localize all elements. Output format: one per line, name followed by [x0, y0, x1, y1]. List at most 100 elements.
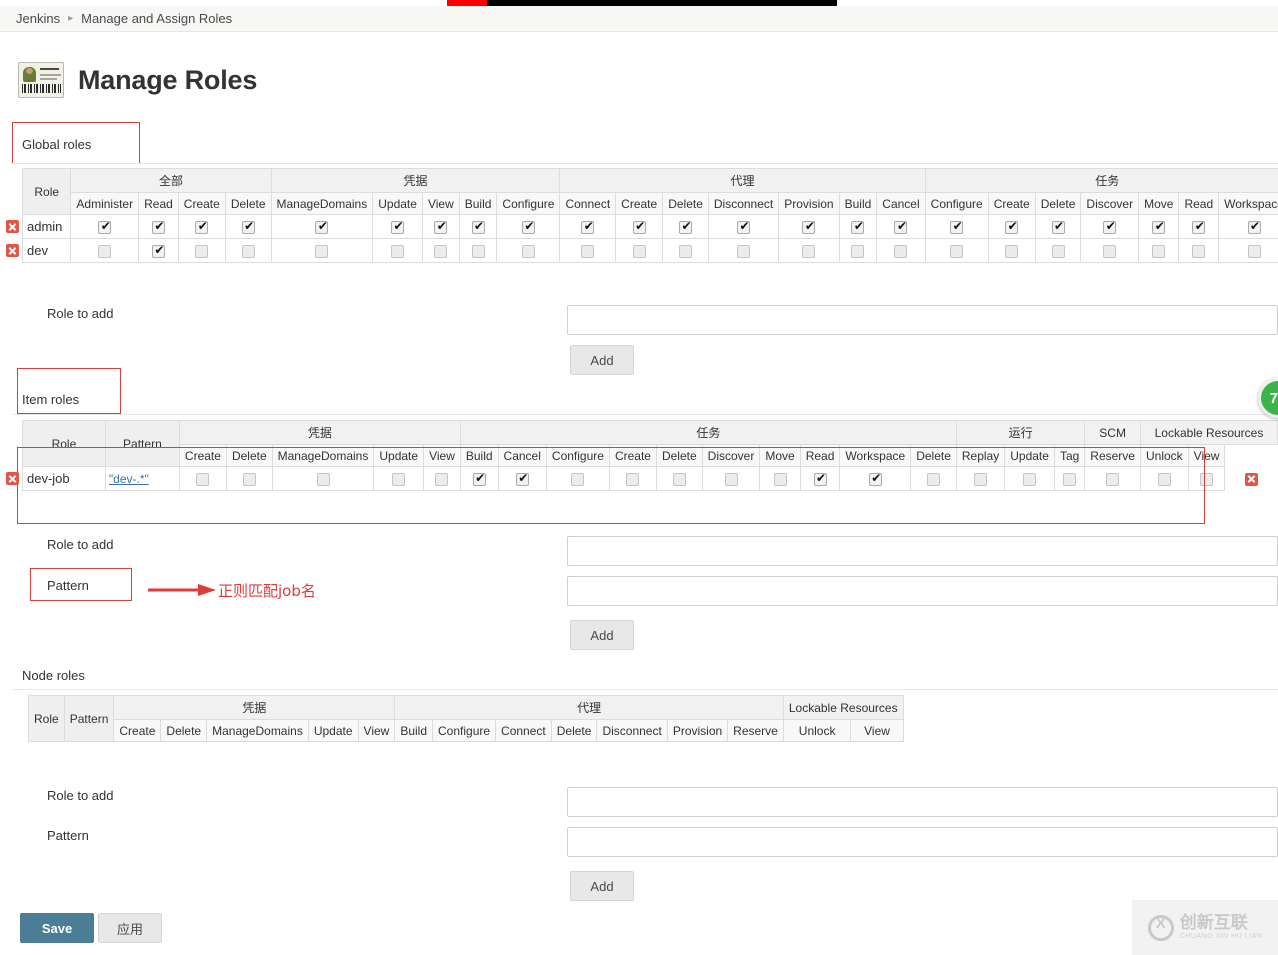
permission-checkbox[interactable]	[724, 472, 738, 486]
permission-checkbox[interactable]	[1157, 472, 1171, 486]
permission-checkbox[interactable]	[241, 244, 255, 258]
node-role-to-add-input[interactable]	[567, 787, 1278, 817]
permission-checkbox[interactable]	[672, 472, 686, 486]
permission-cell[interactable]	[138, 214, 179, 239]
permission-checkbox[interactable]	[435, 472, 449, 486]
permission-checkbox[interactable]	[773, 472, 787, 486]
permission-cell[interactable]	[615, 238, 664, 263]
permission-cell[interactable]	[955, 466, 1006, 491]
permission-cell[interactable]	[177, 238, 226, 263]
permission-checkbox[interactable]	[1192, 219, 1206, 234]
permission-cell[interactable]	[1139, 466, 1189, 491]
permission-cell[interactable]	[559, 214, 617, 239]
permission-checkbox[interactable]	[1005, 219, 1019, 234]
permission-checkbox[interactable]	[950, 244, 964, 258]
remove-role-icon[interactable]	[5, 220, 19, 233]
permission-cell[interactable]	[138, 238, 179, 263]
permission-cell[interactable]	[1034, 214, 1082, 239]
permission-checkbox[interactable]	[151, 243, 166, 258]
permission-checkbox[interactable]	[1106, 472, 1120, 486]
permission-checkbox[interactable]	[813, 471, 828, 486]
permission-cell[interactable]	[458, 238, 498, 263]
permission-cell[interactable]	[178, 466, 227, 491]
permission-cell[interactable]	[1053, 466, 1086, 491]
permission-cell[interactable]	[707, 238, 780, 263]
permission-checkbox[interactable]	[894, 219, 908, 234]
permission-checkbox[interactable]	[472, 471, 487, 486]
permission-cell[interactable]	[910, 466, 957, 491]
permission-checkbox[interactable]	[392, 472, 406, 486]
permission-cell[interactable]	[924, 238, 989, 263]
permission-cell[interactable]	[1138, 214, 1180, 239]
permission-cell[interactable]	[838, 214, 878, 239]
item-pattern-input[interactable]	[567, 576, 1278, 606]
permission-cell[interactable]	[1218, 238, 1278, 263]
breadcrumb-current[interactable]: Manage and Assign Roles	[81, 11, 232, 26]
permission-cell[interactable]	[662, 214, 709, 239]
permission-checkbox[interactable]	[521, 219, 536, 234]
permission-cell[interactable]	[608, 466, 657, 491]
permission-checkbox[interactable]	[1103, 219, 1117, 234]
permission-checkbox[interactable]	[195, 244, 209, 258]
node-pattern-input[interactable]	[567, 827, 1278, 857]
permission-checkbox[interactable]	[632, 244, 646, 258]
breadcrumb-jenkins[interactable]: Jenkins	[16, 11, 60, 26]
permission-checkbox[interactable]	[737, 244, 751, 258]
permission-checkbox[interactable]	[851, 219, 865, 234]
permission-cell[interactable]	[1178, 214, 1220, 239]
permission-checkbox[interactable]	[315, 244, 329, 258]
permission-cell[interactable]	[270, 214, 374, 239]
permission-cell[interactable]	[759, 466, 801, 491]
permission-cell[interactable]	[496, 214, 561, 239]
permission-checkbox[interactable]	[974, 472, 988, 486]
permission-checkbox[interactable]	[1051, 244, 1065, 258]
permission-cell[interactable]	[70, 214, 140, 239]
permission-cell[interactable]	[1138, 238, 1180, 263]
permission-cell[interactable]	[1034, 238, 1082, 263]
permission-cell[interactable]	[459, 466, 499, 491]
permission-cell[interactable]	[270, 238, 374, 263]
permission-cell[interactable]	[799, 466, 841, 491]
remove-role-icon[interactable]	[5, 244, 19, 257]
permission-cell[interactable]	[421, 238, 460, 263]
permission-cell[interactable]	[372, 238, 423, 263]
permission-checkbox[interactable]	[894, 244, 908, 258]
permission-checkbox[interactable]	[802, 219, 816, 234]
permission-checkbox[interactable]	[632, 219, 647, 234]
permission-checkbox[interactable]	[151, 219, 166, 234]
permission-checkbox[interactable]	[434, 244, 448, 258]
permission-checkbox[interactable]	[927, 472, 941, 486]
permission-checkbox[interactable]	[1005, 244, 1019, 258]
permission-checkbox[interactable]	[434, 219, 448, 234]
permission-cell[interactable]	[271, 466, 375, 491]
permission-cell[interactable]	[987, 238, 1036, 263]
permission-checkbox[interactable]	[1247, 244, 1261, 258]
permission-checkbox[interactable]	[851, 244, 865, 258]
global-add-button[interactable]: Add	[570, 345, 634, 375]
permission-cell[interactable]	[1080, 238, 1140, 263]
permission-cell[interactable]	[1084, 466, 1141, 491]
permission-checkbox[interactable]	[737, 219, 751, 234]
permission-cell[interactable]	[497, 466, 547, 491]
global-role-to-add-input[interactable]	[567, 305, 1278, 335]
permission-checkbox[interactable]	[802, 244, 816, 258]
permission-checkbox[interactable]	[1063, 472, 1077, 486]
permission-checkbox[interactable]	[679, 219, 693, 234]
permission-checkbox[interactable]	[868, 471, 883, 486]
permission-checkbox[interactable]	[679, 244, 693, 258]
delete-role-cell[interactable]	[1225, 467, 1278, 491]
permission-checkbox[interactable]	[195, 219, 209, 234]
permission-cell[interactable]	[1218, 214, 1278, 239]
permission-cell[interactable]	[662, 238, 709, 263]
permission-checkbox[interactable]	[581, 219, 595, 234]
permission-checkbox[interactable]	[391, 219, 405, 234]
permission-cell[interactable]	[177, 214, 226, 239]
score-badge[interactable]: 70	[1258, 378, 1278, 418]
permission-cell[interactable]	[838, 238, 878, 263]
save-button[interactable]: Save	[20, 913, 94, 943]
permission-cell[interactable]	[373, 466, 425, 491]
permission-checkbox[interactable]	[471, 219, 486, 234]
permission-checkbox[interactable]	[98, 244, 112, 258]
permission-checkbox[interactable]	[581, 244, 595, 258]
permission-cell[interactable]	[421, 214, 460, 239]
